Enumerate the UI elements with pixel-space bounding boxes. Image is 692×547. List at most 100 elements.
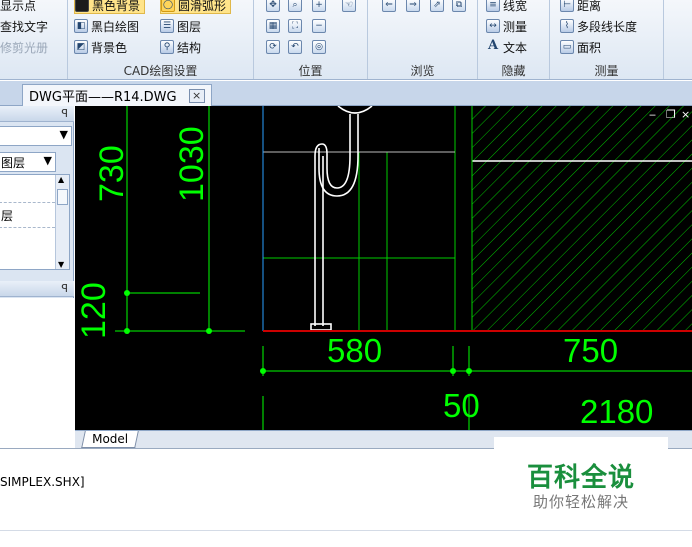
smooth-arc-button[interactable]: ◯ 圆滑弧形 (160, 0, 232, 14)
back-arrow-icon[interactable]: ⇐ (382, 0, 396, 12)
zoom-in-icon[interactable]: + (312, 0, 326, 12)
show-points-item[interactable]: 显示点 (0, 0, 36, 14)
trim-label: 修剪光册 (0, 40, 49, 55)
watermark-subtitle: 助你轻松解决 (532, 493, 629, 511)
canvas-window-controls[interactable]: ‒ ❐ × (649, 108, 690, 121)
find-text-label: 查找文字 (0, 19, 49, 34)
chevron-down-icon: ▼ (43, 154, 52, 167)
hatch-area (472, 106, 692, 331)
extents-icon[interactable]: ⛶ (288, 19, 302, 33)
ribbon-group-display: 显示点 查找文字 修剪光册 (0, 0, 68, 79)
close-icon[interactable]: × (188, 88, 205, 103)
linewidth-label: 线宽 (503, 0, 528, 13)
layers-label: 图层 (177, 19, 202, 34)
dim-2180: 2180 (580, 393, 653, 430)
document-tab-bar: DWG平面——R14.DWG × (0, 81, 692, 106)
bw-drawing-label: 黑白绘图 (91, 19, 140, 34)
tile-grid (262, 106, 456, 331)
measure-toggle-button[interactable]: ↔ 测量 (486, 17, 527, 35)
find-text-item[interactable]: 查找文字 (0, 17, 48, 35)
text-toggle-label: 文本 (503, 40, 528, 55)
drawing-canvas[interactable]: 730 1030 120 580 750 50 2180 ‒ ❐ × (75, 106, 692, 430)
dim-120: 120 (75, 282, 113, 339)
structure-button[interactable]: ⚲ 结构 (160, 38, 201, 56)
structure-icon: ⚲ (160, 40, 174, 54)
cad-drawing[interactable]: 730 1030 120 580 750 50 2180 ‒ ❐ × (75, 106, 692, 430)
area-button[interactable]: ▭ 面积 (560, 38, 601, 56)
layers-icon: ☰ (160, 19, 174, 33)
measure-toggle-label: 测量 (503, 19, 528, 34)
hand-icon[interactable]: ☜ (342, 0, 356, 12)
rotate-icon[interactable]: ⟳ (266, 40, 280, 54)
background-color-button[interactable]: ◩ 背景色 (74, 38, 127, 56)
tab-model[interactable]: Model (81, 431, 139, 448)
polyline-length-label: 多段线长度 (577, 19, 638, 34)
zoom-prev-icon[interactable]: ↶ (288, 40, 302, 54)
scroll-up-icon[interactable]: ▲ (58, 175, 64, 184)
measure-toggle-icon: ↔ (486, 19, 500, 33)
forward-arrow-icon[interactable]: ⇒ (406, 0, 420, 12)
ribbon-group-measure: ⊢ 距离 ⌇ 多段线长度 ▭ 面积 测量 (550, 0, 664, 79)
panel-header-bottom: ꟼ (0, 281, 74, 297)
cad-settings-title: CAD绘图设置 (123, 64, 198, 78)
area-icon: ▭ (560, 40, 574, 54)
close-icon: × (681, 108, 690, 121)
ribbon-group-cad-settings: 黑色背景 ◯ 圆滑弧形 ◧ 黑白绘图 ☰ 图层 ◩ 背景色 ⚲ 结构 CAD绘图设置 (68, 0, 254, 79)
watermark-logo: 百科全说 助你轻松解决 (494, 437, 668, 521)
black-background-button[interactable]: 黑色背景 (74, 0, 146, 14)
dim-750: 750 (563, 332, 618, 369)
fit-icon[interactable]: ▦ (266, 19, 280, 33)
scroll-thumb[interactable] (57, 189, 68, 205)
ribbon-group-hide: ≡ 线宽 ↔ 测量 A 文本 隐藏 (478, 0, 550, 79)
pin-icon[interactable]: ꟼ (61, 107, 68, 120)
bw-drawing-button[interactable]: ◧ 黑白绘图 (74, 17, 139, 35)
polyline-length-icon: ⌇ (560, 19, 574, 33)
smooth-arc-label: 圆滑弧形 (178, 0, 227, 13)
zoom-realtime-icon[interactable]: ◎ (312, 40, 326, 54)
zoom-window-icon[interactable]: ⌕ (288, 0, 302, 12)
distance-button[interactable]: ⊢ 距离 (560, 0, 601, 14)
watermark-title: 百科全说 (526, 463, 635, 493)
chevron-down-icon: ▼ (59, 128, 68, 141)
structure-label: 结构 (177, 40, 202, 55)
black-bg-label: 黑色背景 (92, 0, 141, 13)
text-a-icon: A (487, 38, 499, 53)
scroll-down-icon[interactable]: ▼ (58, 260, 64, 269)
layer-list[interactable]: 层 ▲ ▼ (0, 174, 70, 270)
ribbon-group-browse: ⇐ ⇒ ⇗ ⧉ 浏览 (368, 0, 478, 79)
zoom-out-icon[interactable]: − (312, 19, 326, 33)
minimize-icon: ‒ (649, 108, 656, 121)
bg-color-icon: ◩ (74, 40, 88, 54)
black-bg-icon (75, 0, 89, 12)
show-points-label: 显示点 (0, 0, 37, 13)
trim-item[interactable]: 修剪光册 (0, 38, 48, 56)
pipe-trap (310, 106, 373, 331)
model-tab-label: Model (92, 432, 129, 446)
vertical-scrollbar[interactable]: ▲ ▼ (55, 175, 69, 269)
layers-button[interactable]: ☰ 图层 (160, 17, 201, 35)
pin-icon[interactable]: ꟼ (61, 282, 68, 295)
area-label: 面积 (577, 40, 602, 55)
panel-header-top: ꟼ (0, 106, 74, 122)
tab-document[interactable]: DWG平面——R14.DWG × (22, 84, 212, 106)
copy-icon[interactable]: ⧉ (452, 0, 466, 12)
open-file-icon[interactable]: ⇗ (430, 0, 444, 12)
linewidth-icon: ≡ (486, 0, 500, 12)
dim-580: 580 (327, 332, 382, 369)
panel-top-combo[interactable]: ▼ (0, 126, 72, 146)
linewidth-button[interactable]: ≡ 线宽 (486, 0, 527, 14)
text-toggle-button[interactable]: A 文本 (486, 38, 527, 56)
ribbon-group-position: ✥ ⌕ + ☜ ▦ ⛶ − ⟳ ↶ ◎ 位置 (254, 0, 368, 79)
list-divider (0, 227, 55, 228)
command-divider (0, 530, 692, 531)
restore-icon: ❐ (666, 108, 676, 121)
pan-icon[interactable]: ✥ (266, 0, 280, 12)
browse-title: 浏览 (410, 64, 435, 78)
layer-combo[interactable]: 图层 ▼ (0, 152, 56, 172)
command-history-text: SIMPLEX.SHX] (0, 475, 85, 489)
polyline-length-button[interactable]: ⌇ 多段线长度 (560, 17, 637, 35)
list-item[interactable] (0, 175, 55, 203)
list-item[interactable]: 层 (1, 207, 13, 224)
smooth-arc-icon: ◯ (161, 0, 175, 12)
hide-title: 隐藏 (501, 64, 526, 78)
